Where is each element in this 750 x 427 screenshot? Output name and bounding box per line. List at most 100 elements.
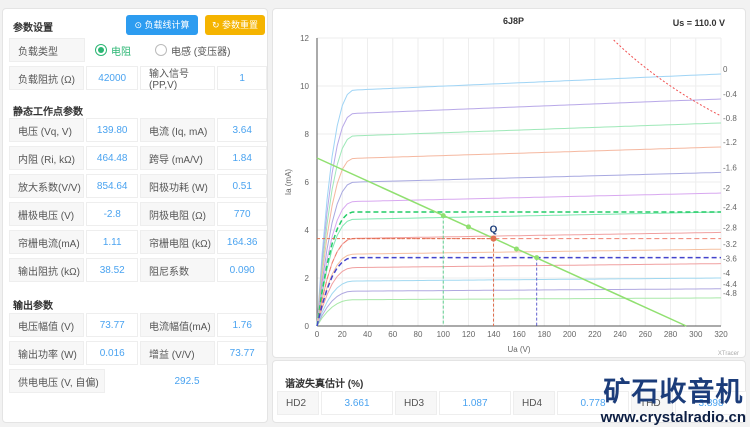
x-tick-label: 200 xyxy=(563,330,577,339)
param-value: 770 xyxy=(217,202,267,226)
param-label: 电流幅值(mA) xyxy=(139,313,216,337)
x-tick-label: 60 xyxy=(388,330,397,339)
curve-label: -4.8 xyxy=(723,289,737,298)
param-label: 帘栅电阻 (kΩ) xyxy=(139,230,216,254)
radio-resistor[interactable] xyxy=(95,44,107,56)
param-value: 139.80 xyxy=(86,118,138,142)
param-row: 输出阻抗 (kΩ) 38.52 阻尼系数 0.090 xyxy=(9,258,267,282)
param-value: 464.48 xyxy=(86,146,138,170)
x-tick-label: 160 xyxy=(512,330,526,339)
chart-panel: 6J8P Us = 110.0 V 0 20 40 60 80 100 120 140 160 1… xyxy=(272,8,746,358)
y-tick-label: 4 xyxy=(305,226,310,235)
param-label: 输出功率 (W) xyxy=(9,341,85,365)
curve-label: -0.8 xyxy=(723,114,737,123)
curve-label: -2.4 xyxy=(723,203,737,212)
param-row: 帘栅电流(mA) 1.11 帘栅电阻 (kΩ) 164.36 xyxy=(9,230,267,254)
harmonic-value: 1.087 xyxy=(439,391,511,415)
x-tick-label: 40 xyxy=(363,330,372,339)
brand-label: XTracer xyxy=(718,351,739,357)
harmonic-label: HD2 xyxy=(277,391,319,415)
param-label: 电压 (Vq, V) xyxy=(9,118,85,142)
param-label: 增益 (V/V) xyxy=(139,341,216,365)
radio-inductor-label: 电感 (变压器) xyxy=(171,46,231,58)
supply-value: 292.5 xyxy=(107,369,267,393)
param-label: 电流 (Iq, mA) xyxy=(139,118,216,142)
param-label: 电压幅值 (V) xyxy=(9,313,85,337)
harmonic-label: HD3 xyxy=(395,391,437,415)
param-label: 阳极功耗 (W) xyxy=(139,174,216,198)
calc-button[interactable]: ⊙ 负载线计算 xyxy=(126,15,198,35)
harmonic-label: HD4 xyxy=(513,391,555,415)
x-tick-label: 100 xyxy=(437,330,451,339)
input-signal-input[interactable]: 1 xyxy=(217,66,267,90)
curve-label: -1.6 xyxy=(723,163,737,172)
watermark-logo: 矿石收音机 www.crystalradio.cn xyxy=(601,370,746,426)
watermark-url: www.crystalradio.cn xyxy=(600,409,746,426)
param-value: 164.36 xyxy=(217,230,267,254)
param-value: -2.8 xyxy=(86,202,138,226)
param-label: 内阻 (Ri, kΩ) xyxy=(9,146,85,170)
settings-title: 参数设置 xyxy=(13,23,53,34)
x-tick-label: 20 xyxy=(338,330,347,339)
load-type-label: 负载类型 xyxy=(9,38,85,62)
curve-label: -1.2 xyxy=(723,138,737,147)
curve-label: -0.4 xyxy=(723,90,737,99)
input-label: 输入信号(PP,V) xyxy=(139,66,216,91)
curve-label: -4.4 xyxy=(723,280,737,289)
x-tick-label: 180 xyxy=(538,330,552,339)
y-tick-label: 12 xyxy=(300,34,309,43)
param-label: 放大系数(V/V) xyxy=(9,174,85,198)
q-label: Q xyxy=(490,225,498,236)
param-label: 帘栅电流(mA) xyxy=(9,230,85,254)
x-tick-label: 260 xyxy=(639,330,653,339)
param-value: 1.11 xyxy=(86,230,138,254)
param-value: 73.77 xyxy=(217,341,267,365)
load-line xyxy=(316,157,687,327)
load-point xyxy=(466,224,471,230)
param-label: 输出阻抗 (kΩ) xyxy=(9,258,85,282)
radio-inductor[interactable] xyxy=(155,44,167,56)
curve-label: -3.6 xyxy=(723,255,737,264)
static-title: 静态工作点参数 xyxy=(13,107,83,118)
y-tick-label: 8 xyxy=(305,130,310,139)
x-tick-label: 140 xyxy=(487,330,501,339)
harmonics-title: 谐波失真估计 (%) xyxy=(285,379,364,390)
radio-resistor-label: 电阻 xyxy=(111,46,131,58)
param-value: 0.016 xyxy=(86,341,138,365)
param-value: 1.76 xyxy=(217,313,267,337)
y-tick-label: 2 xyxy=(305,274,310,283)
y-tick-label: 0 xyxy=(305,322,310,331)
x-tick-label: 80 xyxy=(414,330,423,339)
param-label: 跨导 (mA/V) xyxy=(139,146,216,170)
param-row: 放大系数(V/V) 854.64 阳极功耗 (W) 0.51 xyxy=(9,174,267,198)
param-row: 电压幅值 (V) 73.77 电流幅值(mA) 1.76 xyxy=(9,313,267,337)
param-row: 栅极电压 (V) -2.8 阴极电阻 (Ω) 770 xyxy=(9,202,267,226)
x-axis-label: Ua (V) xyxy=(507,345,530,354)
param-value: 3.64 xyxy=(217,118,267,142)
param-label: 栅极电压 (V) xyxy=(9,202,85,226)
q-point xyxy=(490,235,497,242)
param-value: 0.51 xyxy=(217,174,267,198)
swing-point xyxy=(534,255,540,261)
param-value: 1.84 xyxy=(217,146,267,170)
harmonic-value: 3.661 xyxy=(321,391,393,415)
y-tick-label: 10 xyxy=(300,82,309,91)
watermark-title: 矿石收音机 xyxy=(603,377,744,407)
output-title: 输出参数 xyxy=(13,301,53,312)
curve-label: 0 xyxy=(723,65,728,74)
param-row: 电压 (Vq, V) 139.80 电流 (Iq, mA) 3.64 xyxy=(9,118,267,142)
x-tick-label: 280 xyxy=(664,330,678,339)
swing-point xyxy=(440,213,446,219)
param-value: 854.64 xyxy=(86,174,138,198)
x-tick-label: 240 xyxy=(613,330,627,339)
refresh-icon: ↻ xyxy=(211,20,223,30)
calc-label: 负载线计算 xyxy=(144,20,190,30)
param-value: 38.52 xyxy=(86,258,138,282)
reset-button[interactable]: ↻ 参数重置 xyxy=(205,15,265,35)
load-imp-input[interactable]: 42000 xyxy=(86,66,138,90)
x-tick-label: 220 xyxy=(588,330,602,339)
param-value: 73.77 xyxy=(86,313,138,337)
y-axis-label: Ia (mA) xyxy=(284,169,293,196)
param-row: 输出功率 (W) 0.016 增益 (V/V) 73.77 xyxy=(9,341,267,365)
param-value: 0.090 xyxy=(217,258,267,282)
